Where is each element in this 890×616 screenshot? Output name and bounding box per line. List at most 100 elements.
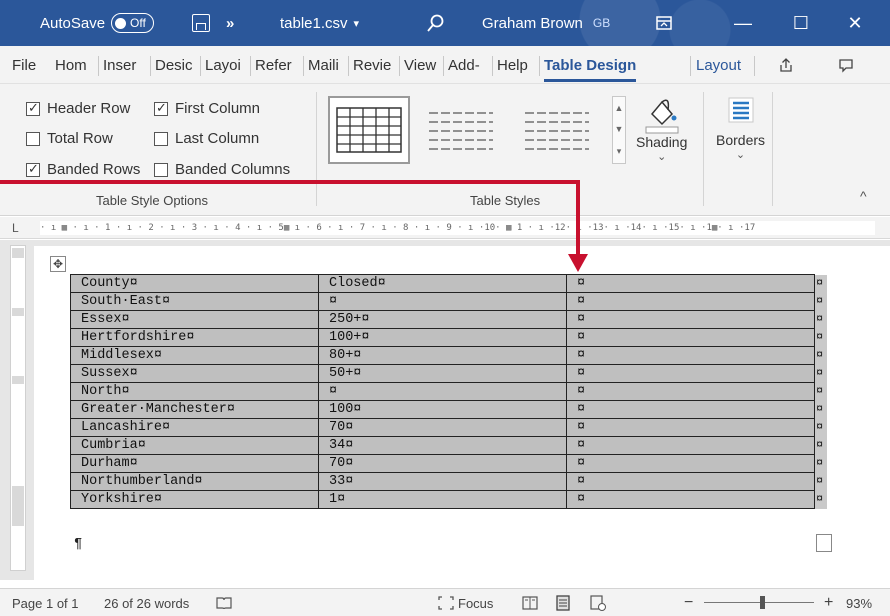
table-cell[interactable]: ¤ [566, 418, 815, 437]
table-row[interactable]: North¤ ¤ ¤ ¤ [70, 382, 827, 401]
zoom-out-button[interactable]: − [684, 589, 693, 616]
tab-layout-page[interactable]: Layoi [205, 46, 241, 84]
table-style-grid-selected[interactable] [328, 96, 410, 164]
table-cell[interactable]: ¤ [566, 490, 815, 509]
table-cell[interactable]: 100+¤ [318, 328, 567, 347]
table-cell[interactable]: ¤ [566, 292, 815, 311]
banded-columns-checkbox[interactable]: Banded Columns [154, 161, 290, 178]
table-move-handle[interactable]: ✥ [50, 256, 66, 272]
table-row[interactable]: Middlesex¤ 80+¤ ¤ ¤ [70, 346, 827, 365]
save-button[interactable] [192, 0, 210, 46]
scroll-down-icon[interactable]: ▼ [615, 124, 624, 134]
table-cell[interactable]: 1¤ [318, 490, 567, 509]
page-count[interactable]: Page 1 of 1 [12, 589, 79, 616]
table-row[interactable]: South·East¤ ¤ ¤ ¤ [70, 292, 827, 311]
minimize-button[interactable]: — [718, 0, 768, 46]
table-row[interactable]: Yorkshire¤ 1¤ ¤ ¤ [70, 490, 827, 509]
total-row-checkbox[interactable]: Total Row [26, 130, 113, 147]
account-control[interactable]: Graham Brown GB [482, 0, 610, 46]
table-cell[interactable]: Durham¤ [70, 454, 319, 473]
data-table[interactable]: County¤ Closed¤ ¤ ¤ South·East¤ ¤ ¤ ¤ Essex¤ 250+… [70, 274, 827, 509]
table-cell[interactable]: Yorkshire¤ [70, 490, 319, 509]
search-button[interactable] [426, 0, 446, 46]
table-cell[interactable]: ¤ [566, 382, 815, 401]
print-layout-button[interactable] [556, 589, 570, 616]
table-cell[interactable]: Sussex¤ [70, 364, 319, 383]
proofing-button[interactable] [216, 589, 232, 616]
header-row-checkbox[interactable]: Header Row [26, 100, 130, 117]
table-cell[interactable]: Middlesex¤ [70, 346, 319, 365]
table-cell[interactable]: Lancashire¤ [70, 418, 319, 437]
table-cell[interactable]: Closed¤ [318, 274, 567, 293]
tab-insert[interactable]: Inser [103, 46, 136, 84]
table-row[interactable]: Lancashire¤ 70¤ ¤ ¤ [70, 418, 827, 437]
table-cell[interactable]: ¤ [566, 436, 815, 455]
table-cell[interactable]: 100¤ [318, 400, 567, 419]
table-cell[interactable]: Northumberland¤ [70, 472, 319, 491]
table-cell[interactable]: South·East¤ [70, 292, 319, 311]
autosave-toggle[interactable]: Off [111, 13, 154, 33]
maximize-button[interactable]: ☐ [776, 0, 826, 46]
table-cell[interactable]: 70¤ [318, 454, 567, 473]
tab-home[interactable]: Hom [55, 46, 87, 84]
table-cell[interactable]: ¤ [566, 454, 815, 473]
tab-selector[interactable]: L [12, 221, 24, 235]
table-cell[interactable]: ¤ [566, 328, 815, 347]
table-row[interactable]: Northumberland¤ 33¤ ¤ ¤ [70, 472, 827, 491]
table-cell[interactable]: Hertfordshire¤ [70, 328, 319, 347]
table-cell[interactable]: Essex¤ [70, 310, 319, 329]
word-count[interactable]: 26 of 26 words [104, 589, 189, 616]
table-row[interactable]: Sussex¤ 50+¤ ¤ ¤ [70, 364, 827, 383]
table-cell[interactable]: Cumbria¤ [70, 436, 319, 455]
tab-add-ins[interactable]: Add- [448, 46, 480, 84]
table-cell[interactable]: ¤ [566, 400, 815, 419]
tab-table-layout[interactable]: Layout [696, 46, 741, 84]
scroll-up-icon[interactable]: ▲ [615, 103, 624, 113]
table-row[interactable]: Hertfordshire¤ 100+¤ ¤ ¤ [70, 328, 827, 347]
tab-mailings[interactable]: Maili [308, 46, 339, 84]
table-cell[interactable]: 34¤ [318, 436, 567, 455]
table-row[interactable]: Durham¤ 70¤ ¤ ¤ [70, 454, 827, 473]
gallery-more-icon[interactable]: ▾ [617, 146, 622, 157]
comments-button[interactable] [838, 46, 854, 84]
ribbon-display-options-button[interactable] [656, 0, 672, 46]
close-button[interactable]: ✕ [830, 0, 880, 46]
shading-button[interactable]: Shading ⌄ [636, 96, 687, 163]
table-row[interactable]: County¤ Closed¤ ¤ ¤ [70, 274, 827, 293]
table-row[interactable]: Greater·Manchester¤ 100¤ ¤ ¤ [70, 400, 827, 419]
share-button[interactable] [778, 46, 794, 84]
table-cell[interactable]: 250+¤ [318, 310, 567, 329]
last-column-checkbox[interactable]: Last Column [154, 130, 259, 147]
borders-button[interactable]: Borders ⌄ [716, 96, 765, 161]
table-cell[interactable]: North¤ [70, 382, 319, 401]
zoom-slider[interactable] [704, 602, 814, 603]
tab-references[interactable]: Refer [255, 46, 292, 84]
banded-rows-checkbox[interactable]: Banded Rows [26, 161, 140, 178]
tab-view[interactable]: View [404, 46, 436, 84]
table-cell[interactable]: ¤ [566, 346, 815, 365]
table-cell[interactable]: ¤ [566, 310, 815, 329]
vertical-ruler[interactable] [10, 245, 26, 571]
zoom-slider-thumb[interactable] [760, 596, 765, 609]
table-cell[interactable]: 70¤ [318, 418, 567, 437]
web-layout-button[interactable] [590, 589, 606, 616]
first-column-checkbox[interactable]: First Column [154, 100, 260, 117]
table-row[interactable]: Cumbria¤ 34¤ ¤ ¤ [70, 436, 827, 455]
read-mode-button[interactable] [522, 589, 538, 616]
table-cell[interactable]: 33¤ [318, 472, 567, 491]
table-cell[interactable]: 50+¤ [318, 364, 567, 383]
horizontal-ruler[interactable]: L · ı ▦ · ı · 1 · ı · 2 · ı · 3 · ı · 4 … [0, 217, 890, 239]
table-style-plain-1[interactable] [420, 96, 502, 164]
table-cell[interactable]: ¤ [566, 274, 815, 293]
tab-file[interactable]: File [12, 46, 36, 84]
table-cell[interactable]: ¤ [318, 382, 567, 401]
quick-access-more-button[interactable]: » [226, 0, 234, 46]
tab-review[interactable]: Revie [353, 46, 391, 84]
table-cell[interactable]: Greater·Manchester¤ [70, 400, 319, 419]
collapse-ribbon-button[interactable]: ^ [860, 188, 867, 204]
table-cell[interactable]: 80+¤ [318, 346, 567, 365]
table-cell[interactable]: County¤ [70, 274, 319, 293]
focus-button[interactable]: Focus [438, 589, 493, 616]
tab-table-design[interactable]: Table Design [544, 46, 637, 84]
table-style-plain-2[interactable] [516, 96, 598, 164]
